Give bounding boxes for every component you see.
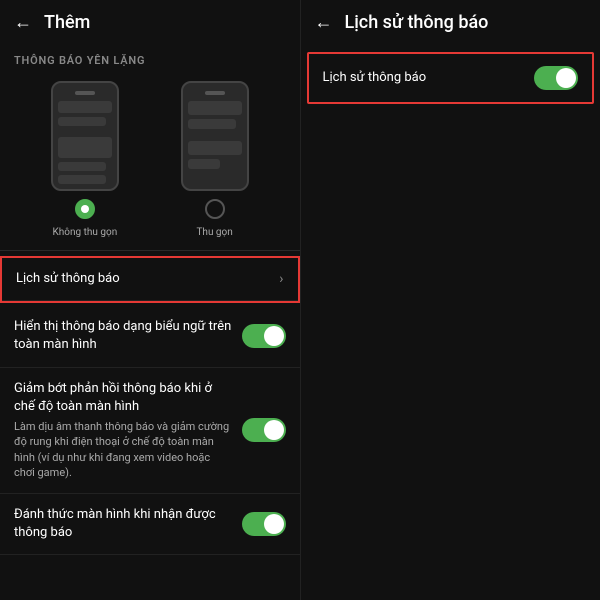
phone-option-2[interactable]: Thu gọn bbox=[181, 81, 249, 238]
toggle-lich-su-right[interactable] bbox=[534, 66, 578, 90]
menu-lich-su-right-text: Lịch sử thông báo bbox=[323, 69, 525, 87]
phone-label-2: Thu gọn bbox=[196, 227, 232, 238]
notif-block-2 bbox=[58, 117, 107, 126]
phone-illustrations: Không thu gọn Thu gọn bbox=[0, 73, 300, 248]
back-button-right[interactable]: ← bbox=[315, 12, 333, 33]
left-title: Thêm bbox=[44, 12, 90, 33]
left-panel: ← Thêm THÔNG BÁO YÊN LẶNG Không thu gọn bbox=[0, 0, 301, 600]
menu-giam-bot-text: Giảm bớt phản hồi thông báo khi ở chế độ… bbox=[14, 380, 232, 416]
toggle-hien-thi[interactable] bbox=[242, 324, 286, 348]
left-header: ← Thêm bbox=[0, 0, 300, 44]
toggle-danh-thuc[interactable] bbox=[242, 512, 286, 536]
divider-1 bbox=[0, 250, 300, 251]
menu-giam-bot-content: Giảm bớt phản hồi thông báo khi ở chế độ… bbox=[14, 380, 232, 481]
menu-giam-bot[interactable]: Giảm bớt phản hồi thông báo khi ở chế độ… bbox=[0, 368, 300, 494]
menu-lich-su-right[interactable]: Lịch sử thông báo bbox=[309, 54, 593, 102]
notif-block-1 bbox=[58, 101, 112, 113]
menu-lich-su[interactable]: Lịch sử thông báo › bbox=[2, 258, 298, 301]
menu-danh-thuc[interactable]: Đánh thức màn hình khi nhận được thông b… bbox=[0, 494, 300, 555]
radio-left[interactable] bbox=[75, 199, 95, 219]
menu-lich-su-text: Lịch sử thông báo bbox=[16, 270, 271, 288]
notif-block-6 bbox=[188, 119, 237, 129]
phone-option-1[interactable]: Không thu gọn bbox=[51, 81, 119, 238]
notch-2 bbox=[205, 91, 225, 95]
phone-mock-expanded bbox=[51, 81, 119, 191]
notif-block-5 bbox=[188, 101, 242, 115]
toggle-giam-bot[interactable] bbox=[242, 418, 286, 442]
menu-danh-thuc-content: Đánh thức màn hình khi nhận được thông b… bbox=[14, 506, 232, 542]
section-label: THÔNG BÁO YÊN LẶNG bbox=[0, 44, 300, 73]
phone-label-1: Không thu gọn bbox=[53, 227, 118, 238]
phone-mock-collapsed bbox=[181, 81, 249, 191]
lich-su-highlight-box: Lịch sử thông báo › bbox=[0, 256, 300, 303]
radio-right[interactable] bbox=[205, 199, 225, 219]
menu-hien-thi-text: Hiển thị thông báo dạng biểu ngữ trên to… bbox=[14, 318, 232, 354]
menu-danh-thuc-text: Đánh thức màn hình khi nhận được thông b… bbox=[14, 506, 232, 542]
menu-giam-bot-sub: Làm dịu âm thanh thông báo và giảm cường… bbox=[14, 419, 232, 481]
notif-block-3 bbox=[58, 162, 107, 171]
right-title: Lịch sử thông báo bbox=[345, 12, 489, 33]
menu-hien-thi[interactable]: Hiển thị thông báo dạng biểu ngữ trên to… bbox=[0, 306, 300, 367]
chevron-icon: › bbox=[279, 271, 283, 287]
notif-expanded-1 bbox=[58, 137, 112, 158]
right-panel: ← Lịch sử thông báo Lịch sử thông báo bbox=[301, 0, 600, 600]
notch-1 bbox=[75, 91, 95, 95]
right-highlight-box: Lịch sử thông báo bbox=[307, 52, 595, 104]
back-button-left[interactable]: ← bbox=[14, 12, 32, 33]
right-header: ← Lịch sử thông báo bbox=[301, 0, 600, 44]
notif-block-8 bbox=[188, 159, 220, 169]
menu-hien-thi-content: Hiển thị thông báo dạng biểu ngữ trên to… bbox=[14, 318, 232, 354]
notif-block-4 bbox=[58, 175, 107, 184]
notif-block-7 bbox=[188, 141, 242, 155]
